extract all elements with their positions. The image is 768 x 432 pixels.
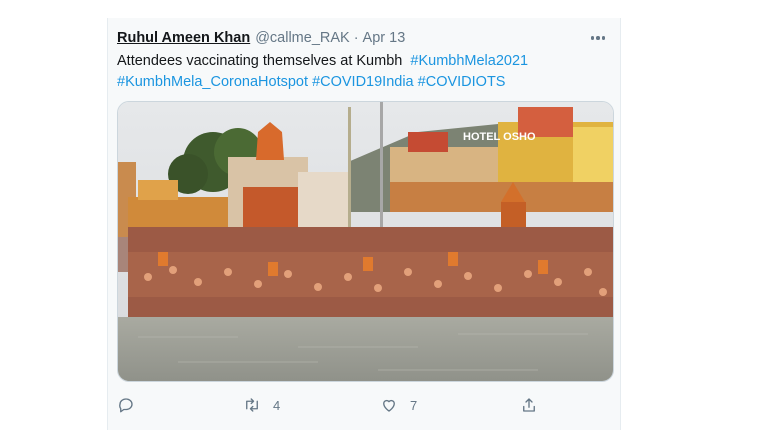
tweet-actions: 4 7 [117,393,597,417]
retweet-count: 4 [273,397,281,413]
more-horizontal-icon[interactable] [586,28,610,48]
hashtag-link[interactable]: #COVIDIOTS [418,74,506,90]
heart-icon [383,399,395,412]
separator-dot: · [353,30,359,46]
reply-icon [119,398,133,413]
hashtag-link[interactable]: #KumbhMela_CoronaHotspot [117,74,308,90]
share-button[interactable] [520,396,538,414]
photo-of-crowd-bathing-in-river: HOTEL OSHO [118,102,613,381]
share-icon [523,398,535,412]
tweet-date[interactable]: Apr 13 [363,30,406,46]
retweet-icon [246,398,258,412]
hashtag-link[interactable]: #KumbhMela2021 [410,53,528,69]
like-button[interactable]: 7 [380,396,520,414]
tweet-photo[interactable]: HOTEL OSHO [117,101,614,382]
author-name[interactable]: Ruhul Ameen Khan [117,30,250,46]
tweet-header: Ruhul Ameen Khan @callme_RAK · Apr 13 [117,28,610,48]
hotel-sign: HOTEL OSHO [463,131,536,143]
reply-button[interactable] [117,396,243,414]
hashtag-link[interactable]: #COVID19India [312,74,414,90]
tweet-body: Attendees vaccinating themselves at Kumb… [117,53,403,69]
like-count: 7 [410,397,418,413]
retweet-button[interactable]: 4 [243,396,380,414]
tweet-card[interactable]: Ruhul Ameen Khan @callme_RAK · Apr 13 At… [107,18,621,430]
author-handle[interactable]: @callme_RAK [255,30,350,46]
tweet-text: Attendees vaccinating themselves at Kumb… [117,51,607,93]
